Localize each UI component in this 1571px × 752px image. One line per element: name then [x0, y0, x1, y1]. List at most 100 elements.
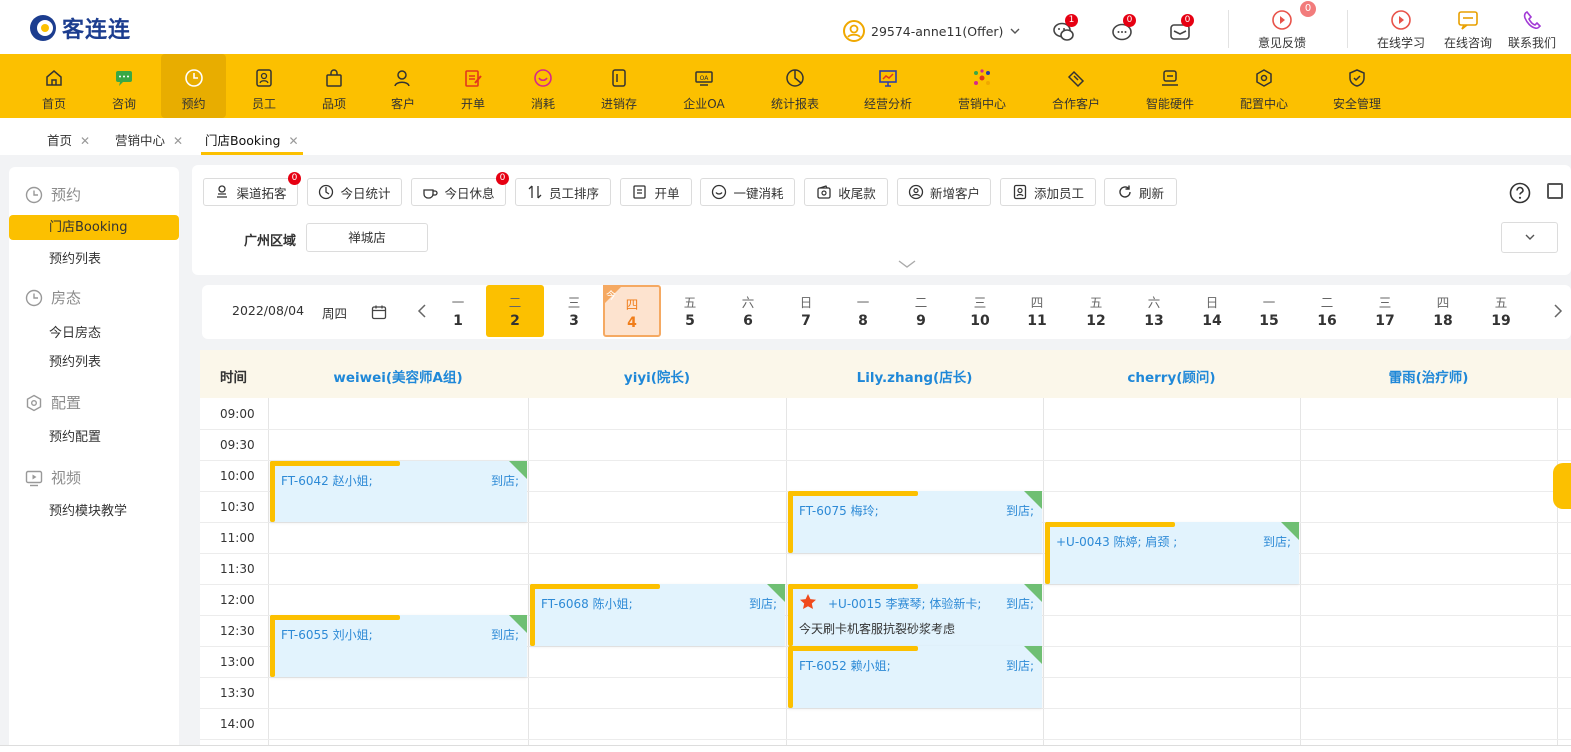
side-drawer-handle[interactable] [1553, 463, 1571, 509]
date-day[interactable]: 六 13 [1125, 285, 1183, 337]
today-stats-button[interactable]: 今日统计 [307, 178, 402, 206]
open-order-button[interactable]: 开单 [620, 178, 692, 206]
sidebar-item-booking-list[interactable]: 预约列表 [49, 248, 101, 267]
date-day[interactable]: 三 10 [951, 285, 1009, 337]
staff-column-header[interactable]: yiyi(院长) [528, 366, 786, 386]
sidebar-item-booking-tutorial[interactable]: 预约模块教学 [49, 500, 127, 519]
sidebar-item-store-booking[interactable]: 门店Booking [9, 215, 179, 240]
staff-column-header[interactable]: cherry(顾问) [1043, 366, 1300, 386]
date-day[interactable]: 四 18 [1414, 285, 1472, 337]
appointment-card[interactable]: FT-6075 梅玲; 到店; [788, 491, 1042, 553]
contact-us-button[interactable]: 联系我们 [1500, 8, 1564, 51]
appointment-customer: FT-6068 陈小姐; [541, 597, 633, 611]
date-day[interactable]: 二9 [892, 285, 950, 337]
final-payment-button[interactable]: 收尾款 [804, 178, 888, 206]
header-divider [1228, 10, 1229, 48]
close-icon[interactable]: ✕ [173, 134, 183, 148]
date-day[interactable]: 一 15 [1240, 285, 1298, 337]
date-day[interactable]: 五 12 [1067, 285, 1125, 337]
nav-hardware[interactable]: 智能硬件 [1140, 54, 1200, 118]
sidebar-item-room-booking-list[interactable]: 预约列表 [49, 351, 101, 370]
date-day[interactable]: 五5 [661, 285, 719, 337]
nav-consult[interactable]: 咨询 [100, 54, 148, 118]
date-day[interactable]: 三3 [545, 285, 603, 337]
sidebar-group-room-status[interactable]: 房态 [25, 287, 81, 308]
add-customer-button[interactable]: 新增客户 [897, 178, 991, 206]
staff-column-header[interactable]: weiwei(美容师A组) [268, 366, 528, 386]
filter-dropdown-button[interactable] [1501, 222, 1558, 253]
staff-column-header[interactable]: 雷雨(治疗师) [1300, 366, 1557, 386]
nav-config[interactable]: 配置中心 [1234, 54, 1294, 118]
nav-customer[interactable]: 客户 [379, 54, 427, 118]
appointment-customer: FT-6042 赵小姐; [281, 474, 373, 488]
nav-booking[interactable]: 预约 [161, 54, 226, 118]
nav-consume[interactable]: 消耗 [519, 54, 567, 118]
tab-marketing[interactable]: 营销中心 ✕ [115, 130, 183, 149]
date-day-today[interactable]: 今 四4 [603, 285, 661, 337]
refresh-button[interactable]: 刷新 [1104, 178, 1177, 206]
staff-column-header[interactable]: Lily.zhang(店长) [786, 366, 1043, 386]
date-day[interactable]: 五 19 [1472, 285, 1530, 337]
appointment-card[interactable]: FT-6052 赖小姐; 到店; [788, 646, 1042, 708]
fullscreen-icon[interactable] [1547, 183, 1563, 199]
tab-home[interactable]: 首页 ✕ [47, 130, 90, 149]
date-day[interactable]: 三 17 [1356, 285, 1414, 337]
close-icon[interactable]: ✕ [288, 134, 298, 148]
date-day[interactable]: 日 14 [1183, 285, 1241, 337]
nav-items[interactable]: 品项 [310, 54, 358, 118]
feedback-button[interactable]: 意见反馈 0 [1250, 1, 1316, 51]
nav-marketing[interactable]: 营销中心 [952, 54, 1012, 118]
date-day[interactable]: 日7 [777, 285, 835, 337]
online-consult-button[interactable]: 在线咨询 [1436, 8, 1500, 51]
nav-partner[interactable]: 合作客户 [1046, 54, 1106, 118]
chevron-left-icon[interactable] [415, 303, 429, 319]
nav-order[interactable]: 开单 [449, 54, 497, 118]
date-day[interactable]: 四 11 [1008, 285, 1066, 337]
sidebar-group-video[interactable]: 视频 [25, 467, 81, 488]
today-rest-button[interactable]: 今日休息 0 [411, 172, 509, 206]
sidebar-group-booking[interactable]: 预约 [25, 184, 81, 205]
date-day[interactable]: 二 16 [1298, 285, 1356, 337]
message-notify-button[interactable]: 0 [1168, 14, 1194, 44]
collapse-chevron-icon[interactable] [897, 259, 917, 269]
nav-oa[interactable]: OA 企业OA [678, 54, 730, 118]
appointment-card[interactable]: FT-6055 刘小姐; 到店; [270, 615, 527, 677]
nav-staff[interactable]: 员工 [240, 54, 288, 118]
clock-icon [25, 289, 43, 306]
appointment-card[interactable]: +U-0015 李赛琴; 体验新卡; 到店; 今天刷卡机客服抗裂砂浆考虑 [788, 584, 1042, 646]
star-icon [800, 594, 816, 609]
appointment-card[interactable]: FT-6068 陈小姐; 到店; [530, 584, 785, 646]
edit-icon [633, 185, 647, 199]
nav-analysis[interactable]: 经营分析 [858, 54, 918, 118]
help-icon[interactable] [1509, 182, 1531, 204]
appointment-card[interactable]: +U-0043 陈婷; 肩颈 ; 到店; [1045, 522, 1299, 584]
appointment-customer: FT-6052 赖小姐; [799, 659, 891, 673]
consult-notify-button[interactable]: 0 [1110, 14, 1136, 44]
sidebar-item-booking-config[interactable]: 预约配置 [49, 426, 101, 445]
user-menu[interactable]: 29574-anne11(Offer) [843, 20, 1021, 42]
date-day[interactable]: 一8 [834, 285, 892, 337]
store-select[interactable]: 禅城店 [306, 223, 428, 252]
chevron-right-icon[interactable] [1551, 303, 1565, 319]
channel-acquire-button[interactable]: 渠道拓客 0 [203, 172, 301, 206]
quick-consume-button[interactable]: 一键消耗 [700, 178, 795, 206]
brand-logo[interactable]: 客连连 [28, 12, 131, 44]
date-day[interactable]: 一1 [429, 285, 487, 337]
online-learning-button[interactable]: 在线学习 [1369, 8, 1433, 51]
appointment-card[interactable]: FT-6042 赵小姐; 到店; [270, 461, 527, 522]
tab-store-booking[interactable]: 门店Booking ✕ [201, 130, 303, 155]
date-day[interactable]: 六6 [719, 285, 777, 337]
staff-sort-button[interactable]: 员工排序 [515, 178, 611, 206]
calendar-icon[interactable] [371, 304, 387, 320]
date-day-selected[interactable]: 二2 [486, 285, 544, 337]
sidebar-group-config[interactable]: 配置 [25, 392, 81, 413]
nav-inventory[interactable]: 进销存 [594, 54, 644, 118]
add-staff-button[interactable]: 添加员工 [1000, 178, 1096, 206]
nav-home[interactable]: 首页 [30, 54, 78, 118]
nav-security[interactable]: 安全管理 [1327, 54, 1387, 118]
close-icon[interactable]: ✕ [80, 134, 90, 148]
nav-reports[interactable]: 统计报表 [765, 54, 825, 118]
wechat-notify-button[interactable]: 1 [1052, 14, 1078, 44]
sidebar-item-today-room[interactable]: 今日房态 [49, 322, 101, 341]
appointment-left-bar [270, 615, 275, 677]
